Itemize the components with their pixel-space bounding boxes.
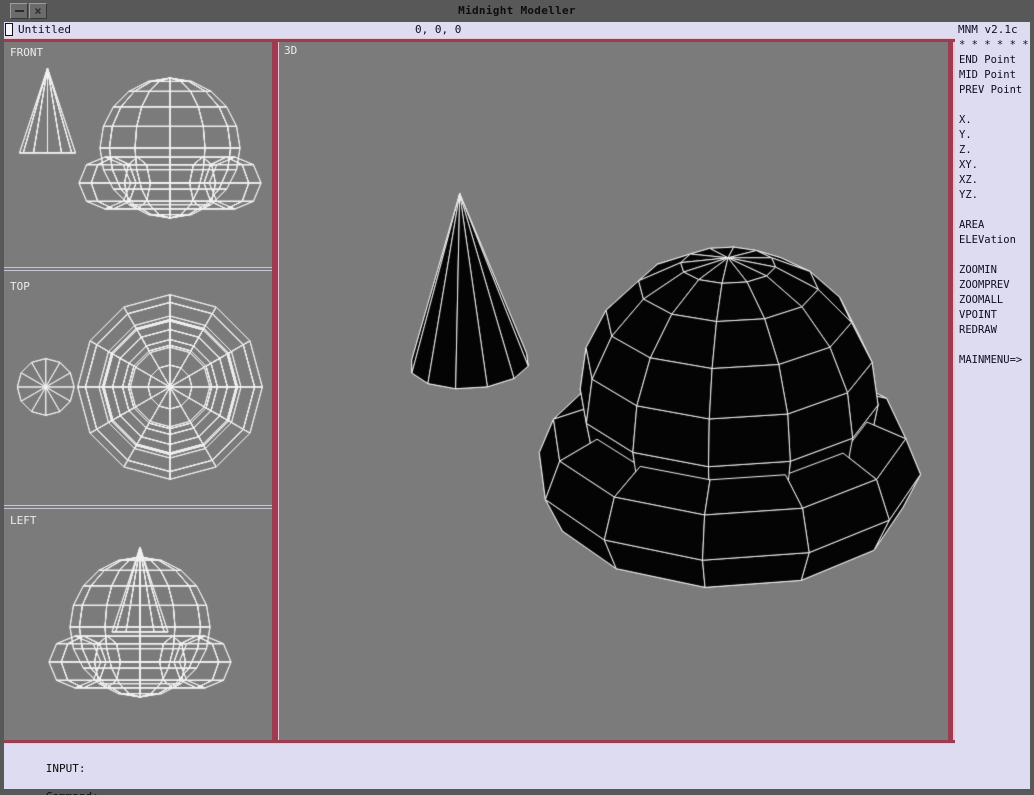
menu-item-zoomall[interactable]: ZOOMALL [959,293,1003,308]
menu-item-elevation[interactable]: ELEVation [959,233,1016,248]
input-line[interactable]: INPUT: [4,746,606,761]
side-menu: * * * * * *END PointMID PointPREV Point X… [955,38,1030,778]
menu-item-redraw[interactable]: REDRAW [959,323,997,338]
menu-item-zoomin[interactable]: ZOOMIN [959,263,997,278]
viewport-front-canvas[interactable] [4,42,272,267]
menu-item-mid-point[interactable]: MID Point [959,68,1016,83]
viewport-bottom-border [4,740,955,744]
document-icon [5,23,13,36]
menu-item-end-point[interactable]: END Point [959,53,1016,68]
panel-divider [272,42,279,740]
menu-item-y[interactable]: Y. [959,128,972,143]
command-line[interactable]: Command: [4,774,606,789]
viewport-left-label: LEFT [10,514,37,527]
menu-item-xz[interactable]: XZ. [959,173,978,188]
version-label: MNM v2.1c [958,22,1018,38]
viewport-separator [4,267,272,271]
coordinates-display: 0, 0, 0 [415,22,461,38]
status-bar: Untitled 0, 0, 0 MNM v2.1c [4,22,1030,38]
command-label: Command: [46,790,99,795]
menu-item-prev-point[interactable]: PREV Point [959,83,1022,98]
midnight-modeller-window: × Midnight Modeller Untitled 0, 0, 0 MNM… [0,0,1034,795]
menu-item-area[interactable]: AREA [959,218,984,233]
viewport-top-canvas[interactable] [4,272,272,505]
viewport-3d-label: 3D [284,44,297,57]
app-area: Untitled 0, 0, 0 MNM v2.1c FRONT TOP LEF… [4,22,1030,789]
viewport-right-border [948,42,955,740]
viewport-left-canvas[interactable] [4,509,272,740]
ortho-viewports-panel: FRONT TOP LEFT [4,42,272,740]
menu-item-yz[interactable]: YZ. [959,188,978,203]
window-title: Midnight Modeller [0,0,1034,22]
menu-item-vpoint[interactable]: VPOINT [959,308,997,323]
menu-item-x[interactable]: X. [959,113,972,128]
menu-item-xy[interactable]: XY. [959,158,978,173]
window-title-bar: × Midnight Modeller [0,0,1034,22]
viewport-3d: 3D [279,42,948,740]
menu-item-z[interactable]: Z. [959,143,972,158]
menu-item-[interactable]: * * * * * * [959,38,1029,53]
filename-label: Untitled [18,22,71,38]
menu-item-mainmenu[interactable]: MAINMENU=> [959,353,1022,368]
viewport-3d-canvas[interactable] [279,42,948,740]
menu-item-zoomprev[interactable]: ZOOMPREV [959,278,1010,293]
viewport-top-label: TOP [10,280,30,293]
viewport-front-label: FRONT [10,46,43,59]
